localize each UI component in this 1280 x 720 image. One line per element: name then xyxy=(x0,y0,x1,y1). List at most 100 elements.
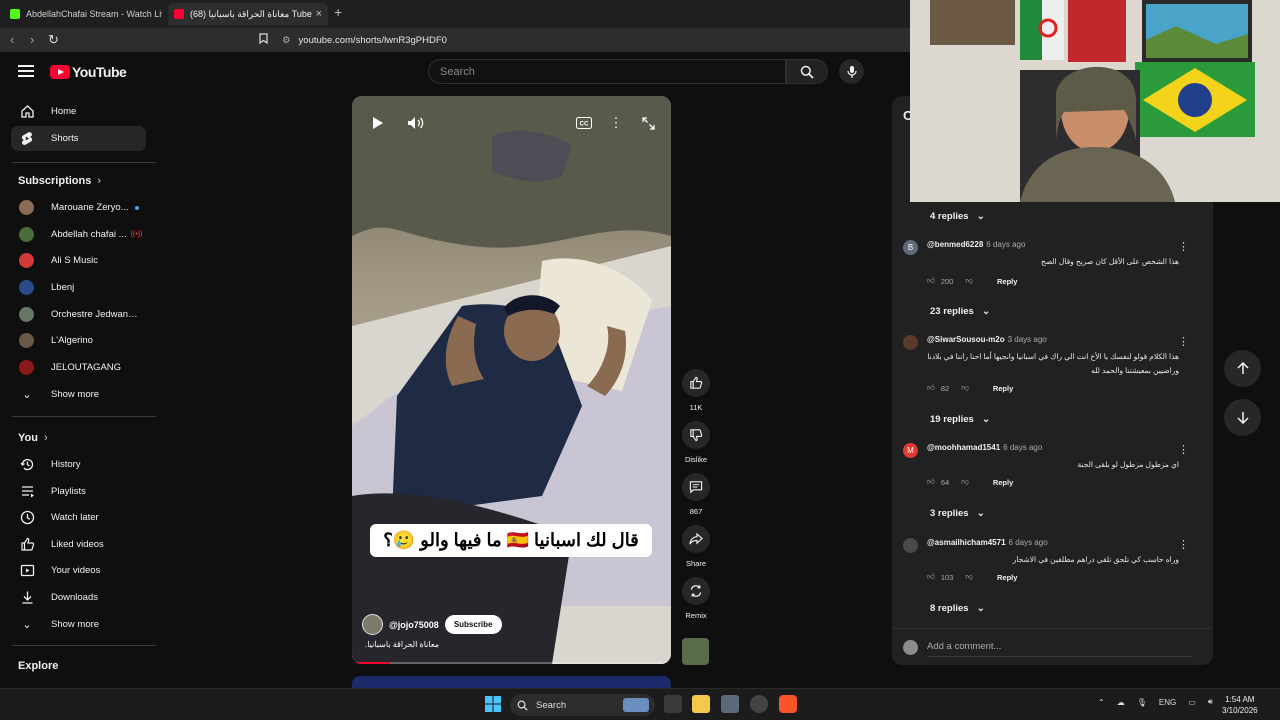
clock[interactable]: 1:54 AM 3/10/2026 xyxy=(1222,694,1258,716)
windows-start-icon[interactable] xyxy=(484,695,502,713)
comment-author[interactable]: @SiwarSousou-m2o 3 days ago xyxy=(927,335,1047,344)
replies-toggle[interactable]: 23 replies ⌄ xyxy=(930,306,990,317)
volume-icon[interactable]: 🔊︎ xyxy=(1208,697,1213,707)
reload-icon[interactable]: ↻ xyxy=(48,32,59,48)
sidebar-item-home[interactable]: Home xyxy=(11,99,146,124)
comments-button[interactable]: 867 xyxy=(682,473,710,516)
network-icon[interactable]: ▭ xyxy=(1188,698,1196,707)
captions-button[interactable]: CC xyxy=(573,112,595,134)
add-comment-input[interactable] xyxy=(927,637,1192,657)
sidebar-item-watch-later[interactable]: Watch later xyxy=(11,505,146,530)
avatar[interactable]: M xyxy=(903,443,918,458)
browser-tab[interactable]: AbdellahChafai Stream - Watch Live xyxy=(4,3,162,25)
comment-author[interactable]: @moohhamad1541 6 days ago xyxy=(927,443,1042,452)
thumbs-down-icon[interactable]: 👎︎ xyxy=(961,383,969,393)
sidebar-subscription[interactable]: JELOUTAGANG xyxy=(11,355,146,380)
taskbar: Search ⌃ ☁ 🎙︎ ENG ▭ 🔊︎ 1:54 AM 3/10/2026 xyxy=(0,688,1280,720)
remix-button[interactable]: Remix xyxy=(682,577,710,620)
chevron-up-icon[interactable]: ⌃ xyxy=(1098,698,1105,707)
brave-browser-icon[interactable] xyxy=(779,695,797,713)
new-tab-icon[interactable]: + xyxy=(334,4,342,20)
comment-author[interactable]: @benmed6228 6 days ago xyxy=(927,240,1025,249)
comment-author[interactable]: @asmailhicham4571 6 days ago xyxy=(927,538,1048,547)
sidebar-subscription[interactable]: Lbenj xyxy=(11,275,146,300)
previous-short-button[interactable] xyxy=(1224,350,1261,387)
sidebar-item-liked-videos[interactable]: Liked videos xyxy=(11,532,146,557)
reply-button[interactable]: Reply xyxy=(993,478,1013,487)
you-heading[interactable]: You › xyxy=(18,432,48,444)
file-explorer-icon[interactable] xyxy=(692,695,710,713)
more-options-icon[interactable]: ⋮ xyxy=(1178,443,1189,456)
search-button[interactable] xyxy=(786,59,828,84)
avatar[interactable]: B xyxy=(903,240,918,255)
taskbar-search[interactable]: Search xyxy=(510,694,655,716)
microphone-icon[interactable]: 🎙︎ xyxy=(1137,698,1147,707)
forward-icon[interactable]: › xyxy=(30,32,34,47)
thumbs-up-icon[interactable]: 👍︎ xyxy=(927,383,935,393)
thumbs-up-icon[interactable]: 👍︎ xyxy=(927,276,935,286)
reply-button[interactable]: Reply xyxy=(997,573,1017,582)
replies-toggle[interactable]: 8 replies ⌄ xyxy=(930,603,985,614)
task-view-icon[interactable] xyxy=(664,695,682,713)
subscribe-button[interactable]: Subscribe xyxy=(444,615,502,634)
reply-button[interactable]: Reply xyxy=(993,384,1013,393)
subscriptions-heading[interactable]: Subscriptions › xyxy=(18,175,101,187)
replies-toggle[interactable]: 4 replies ⌄ xyxy=(930,211,985,222)
avatar[interactable] xyxy=(903,335,918,350)
more-options-icon[interactable]: ⋮ xyxy=(1178,538,1189,551)
thumbs-down-icon[interactable]: 👎︎ xyxy=(965,572,973,582)
replies-toggle[interactable]: 19 replies ⌄ xyxy=(930,414,990,425)
sidebar-subscription[interactable]: L'Algerino xyxy=(11,328,146,353)
share-button[interactable]: Share xyxy=(682,525,710,568)
more-options-icon[interactable]: ⋮ xyxy=(1178,240,1189,253)
bookmark-icon[interactable] xyxy=(259,32,268,47)
youtube-logo[interactable]: YouTube xyxy=(50,64,127,80)
obs-icon[interactable] xyxy=(750,695,768,713)
menu-icon[interactable] xyxy=(18,65,34,77)
sidebar-item-downloads[interactable]: Downloads xyxy=(11,585,146,610)
sidebar-item-your-videos[interactable]: Your videos xyxy=(11,558,146,583)
sidebar-item-shorts[interactable]: Shorts xyxy=(11,126,146,151)
reply-button[interactable]: Reply xyxy=(997,277,1017,286)
camera-app-icon[interactable] xyxy=(721,695,739,713)
site-info-icon[interactable]: ⚙ xyxy=(282,35,291,46)
address-bar[interactable]: ⚙ youtube.com/shorts/lwnR3gPHDF0 xyxy=(282,31,907,49)
cloud-icon[interactable]: ☁ xyxy=(1117,698,1125,707)
thumbs-down-icon[interactable]: 👎︎ xyxy=(965,276,973,286)
voice-search-button[interactable] xyxy=(839,59,864,84)
next-short-preview[interactable] xyxy=(352,676,671,688)
channel-handle[interactable]: @jojo75008 xyxy=(389,620,439,630)
sidebar-subscription[interactable]: Ali S Music xyxy=(11,248,146,273)
sidebar-item-playlists[interactable]: Playlists xyxy=(11,479,146,504)
thumbs-down-icon[interactable]: 👎︎ xyxy=(961,477,969,487)
fullscreen-button[interactable] xyxy=(637,112,659,134)
shorts-player[interactable]: CC ⋮ قال لك اسبانيا 🇪🇸 ما فيها والو 🥲؟ @… xyxy=(352,96,671,664)
close-tab-icon[interactable]: × xyxy=(316,8,322,20)
play-button[interactable] xyxy=(367,112,389,134)
sidebar-subscription[interactable]: Marouane Zeryo... xyxy=(11,195,146,220)
volume-button[interactable] xyxy=(405,112,427,134)
search-input[interactable] xyxy=(428,59,786,84)
sidebar-item-history[interactable]: History xyxy=(11,452,146,477)
browser-tab-active[interactable]: (68) معاناة الحراقة باسبانيا Tube × xyxy=(168,3,328,25)
language-indicator[interactable]: ENG xyxy=(1159,698,1176,707)
show-more-you[interactable]: ⌄ Show more xyxy=(11,612,146,637)
channel-avatar[interactable] xyxy=(362,614,383,635)
sound-thumbnail[interactable] xyxy=(682,638,709,665)
replies-toggle[interactable]: 3 replies ⌄ xyxy=(930,508,985,519)
avatar[interactable] xyxy=(903,538,918,553)
thumbs-up-icon[interactable]: 👍︎ xyxy=(927,572,935,582)
progress-bar[interactable] xyxy=(352,662,671,664)
video-title[interactable]: معاناة الحراقة باسبانيا. xyxy=(365,640,439,649)
next-short-button[interactable] xyxy=(1224,399,1261,436)
show-more-subscriptions[interactable]: ⌄ Show more xyxy=(11,382,146,407)
more-options-icon[interactable]: ⋮ xyxy=(605,112,627,134)
thumbs-up-icon[interactable]: 👍︎ xyxy=(927,477,935,487)
dislike-button[interactable]: Dislike xyxy=(682,421,710,464)
like-button[interactable]: 11K xyxy=(682,369,710,412)
sidebar-subscription[interactable]: Abdellah chafai ... ((•)) xyxy=(11,222,146,247)
back-icon[interactable]: ‹ xyxy=(10,32,14,47)
replies-count: 3 replies xyxy=(930,508,969,519)
sidebar-subscription[interactable]: Orchestre Jedwane... xyxy=(11,302,146,327)
more-options-icon[interactable]: ⋮ xyxy=(1178,335,1189,348)
